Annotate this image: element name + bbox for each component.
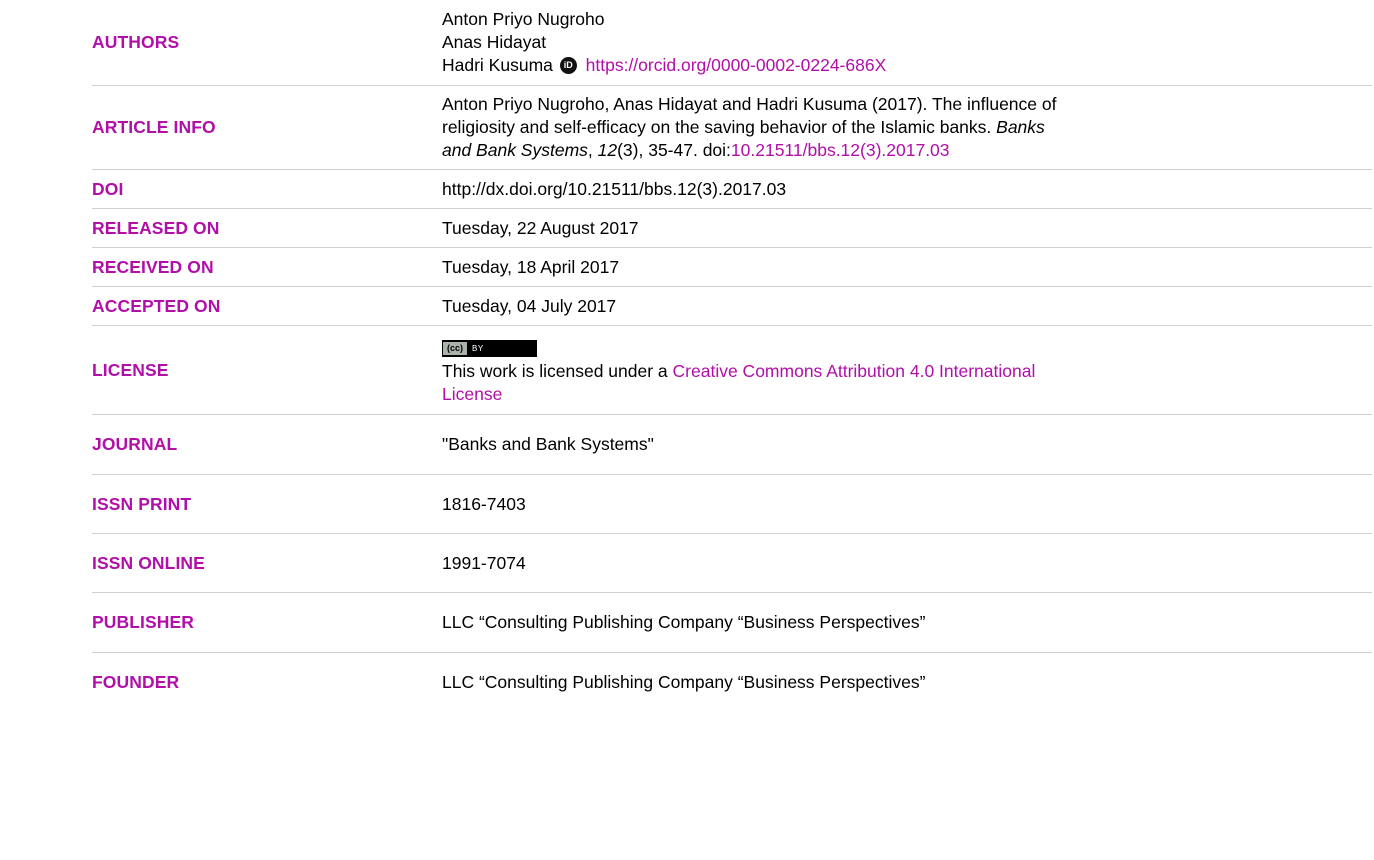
by-badge-text: BY <box>472 344 484 353</box>
author-name-with-orcid: Hadri Kusuma https://orcid.org/0000-0002… <box>442 54 1372 77</box>
founder-label: FOUNDER <box>92 671 180 692</box>
orcid-link[interactable]: https://orcid.org/0000-0002-0224-686X <box>586 55 887 75</box>
journal-label: JOURNAL <box>92 434 178 454</box>
authors-label: AUTHORS <box>92 32 180 52</box>
issn-online-value: 1991-7074 <box>442 552 526 573</box>
accepted-row: ACCEPTED ON Tuesday, 04 July 2017 <box>92 287 1372 326</box>
citation-line: and Bank Systems, 12(3), 35-47. doi:10.2… <box>442 139 1372 162</box>
doi-row: DOI http://dx.doi.org/10.21511/bbs.12(3)… <box>92 170 1372 209</box>
license-row: LICENSE (cc) BY This work is licensed und… <box>92 326 1372 415</box>
issn-print-row: ISSN PRINT 1816-7403 <box>92 475 1372 534</box>
license-line: License <box>442 383 1372 406</box>
article-metadata-page: AUTHORS Anton Priyo Nugroho Anas Hidayat… <box>0 0 1374 860</box>
license-value: (cc) BY This work is licensed under a Cre… <box>442 334 1372 406</box>
article-info-row: ARTICLE INFO Anton Priyo Nugroho, Anas H… <box>92 86 1372 170</box>
cc-badge-text: (cc) <box>443 342 469 355</box>
citation-text: (3), 35-47. doi: <box>617 140 731 160</box>
received-row: RECEIVED ON Tuesday, 18 April 2017 <box>92 248 1372 287</box>
citation-volume-italic: 12 <box>597 140 618 160</box>
founder-row: FOUNDER LLC “Consulting Publishing Compa… <box>92 653 1372 711</box>
received-label: RECEIVED ON <box>92 256 214 277</box>
doi-label: DOI <box>92 178 124 199</box>
citation-journal-italic: Banks <box>996 117 1045 137</box>
citation-line: Anton Priyo Nugroho, Anas Hidayat and Ha… <box>442 94 1057 114</box>
received-value: Tuesday, 18 April 2017 <box>442 256 620 277</box>
authors-value: Anton Priyo Nugroho Anas Hidayat Hadri K… <box>442 8 1372 77</box>
citation-separator: , <box>587 140 598 160</box>
released-value: Tuesday, 22 August 2017 <box>442 217 639 238</box>
authors-row: AUTHORS Anton Priyo Nugroho Anas Hidayat… <box>92 0 1372 86</box>
journal-value: "Banks and Bank Systems" <box>442 434 654 454</box>
license-text: This work is licensed under a <box>442 361 673 381</box>
publisher-label: PUBLISHER <box>92 612 195 632</box>
license-label: LICENSE <box>92 359 169 380</box>
citation-line: religiosity and self-efficacy on the sav… <box>442 116 1372 139</box>
issn-print-label: ISSN PRINT <box>92 493 192 514</box>
issn-online-label: ISSN ONLINE <box>92 552 205 573</box>
author-name: Hadri Kusuma <box>442 55 553 75</box>
issn-print-value: 1816-7403 <box>442 493 526 514</box>
released-row: RELEASED ON Tuesday, 22 August 2017 <box>92 209 1372 248</box>
cc-by-badge[interactable]: (cc) BY <box>442 340 537 357</box>
license-link[interactable]: License <box>442 384 502 404</box>
doi-value: http://dx.doi.org/10.21511/bbs.12(3).201… <box>442 178 787 199</box>
released-label: RELEASED ON <box>92 217 220 238</box>
article-info-label: ARTICLE INFO <box>92 117 216 137</box>
citation-text: religiosity and self-efficacy on the sav… <box>442 117 997 137</box>
publisher-row: PUBLISHER LLC “Consulting Publishing Com… <box>92 593 1372 653</box>
author-name: Anton Priyo Nugroho <box>442 9 605 29</box>
issn-online-row: ISSN ONLINE 1991-7074 <box>92 534 1372 593</box>
accepted-label: ACCEPTED ON <box>92 295 221 316</box>
license-link[interactable]: Creative Commons Attribution 4.0 Interna… <box>673 361 1036 381</box>
author-name: Anas Hidayat <box>442 32 547 52</box>
founder-value: LLC “Consulting Publishing Company “Busi… <box>442 671 926 692</box>
journal-row: JOURNAL "Banks and Bank Systems" <box>92 415 1372 475</box>
publisher-value: LLC “Consulting Publishing Company “Busi… <box>442 612 926 632</box>
citation-doi-link[interactable]: 10.21511/bbs.12(3).2017.03 <box>731 140 950 160</box>
citation-journal-italic: and Bank Systems <box>442 140 588 160</box>
orcid-icon[interactable] <box>559 57 577 74</box>
article-info-value: Anton Priyo Nugroho, Anas Hidayat and Ha… <box>442 93 1372 162</box>
accepted-value: Tuesday, 04 July 2017 <box>442 295 617 316</box>
license-line: This work is licensed under a Creative C… <box>442 360 1372 383</box>
